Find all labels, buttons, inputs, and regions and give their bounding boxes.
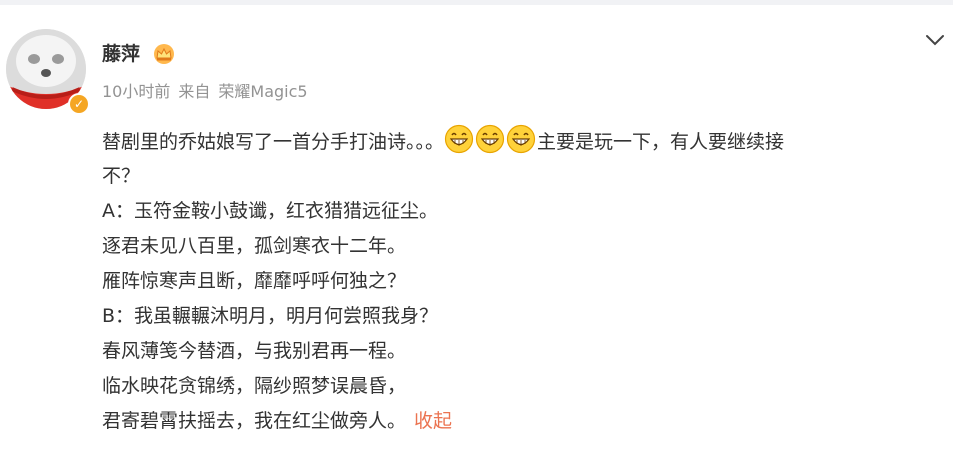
post-content: 替剧里的乔姑娘写了一首分手打油诗。。。 主要是玩一下，有人要继续接 不？ A：玉符… [102, 124, 947, 439]
poem-line: 春风薄笺今替酒，与我别君再一程。 [102, 340, 407, 362]
chevron-down-icon[interactable] [924, 32, 946, 46]
source-device[interactable]: 荣耀Magic5 [218, 82, 307, 101]
poem-line: B：我虽輾輾沐明月，明月何尝照我身？ [102, 305, 439, 327]
grin-emoji-icon [475, 124, 505, 154]
grin-emoji-icon [506, 124, 536, 154]
source-prefix: 来自 [178, 82, 211, 101]
intro-line: 替剧里的乔姑娘写了一首分手打油诗。。。 主要是玩一下，有人要继续接 [102, 124, 947, 159]
poem-line: A：玉符金鞍小鼓谶，红衣猎猎远征尘。 [102, 200, 438, 222]
poem-line: 临水映花贪锦绣，隔纱照梦误晨昏， [102, 375, 407, 397]
intro-text: 替剧里的乔姑娘写了一首分手打油诗。。。 [102, 131, 445, 153]
avatar-container[interactable]: ✓ [6, 29, 90, 115]
poem-line: 君寄碧霄扶摇去，我在红尘做旁人。 [102, 410, 407, 432]
poem-line: 逐君未见八百里，孤剑寒衣十二年。 [102, 235, 407, 257]
post-meta: 10小时前 来自 荣耀Magic5 [102, 82, 316, 102]
intro-text-tail: 主要是玩一下，有人要继续接 [537, 131, 785, 153]
collapse-link[interactable]: 收起 [414, 410, 452, 432]
poem-last-line: 君寄碧霄扶摇去，我在红尘做旁人。 收起 [102, 404, 947, 439]
post-time[interactable]: 10小时前 [102, 82, 170, 101]
crown-icon[interactable] [151, 43, 177, 65]
weibo-post-card: ✓ 藤萍 10小时前 来自 荣耀Magic5 替剧里的乔姑娘写了一首分手打油诗。。。… [0, 5, 953, 462]
emoji-group [444, 124, 537, 166]
grin-emoji-icon [444, 124, 474, 154]
verified-badge-icon: ✓ [68, 93, 90, 115]
username[interactable]: 藤萍 [102, 43, 140, 65]
poem-line: 雁阵惊寒声且断，靡靡呼呼何独之？ [102, 270, 407, 292]
